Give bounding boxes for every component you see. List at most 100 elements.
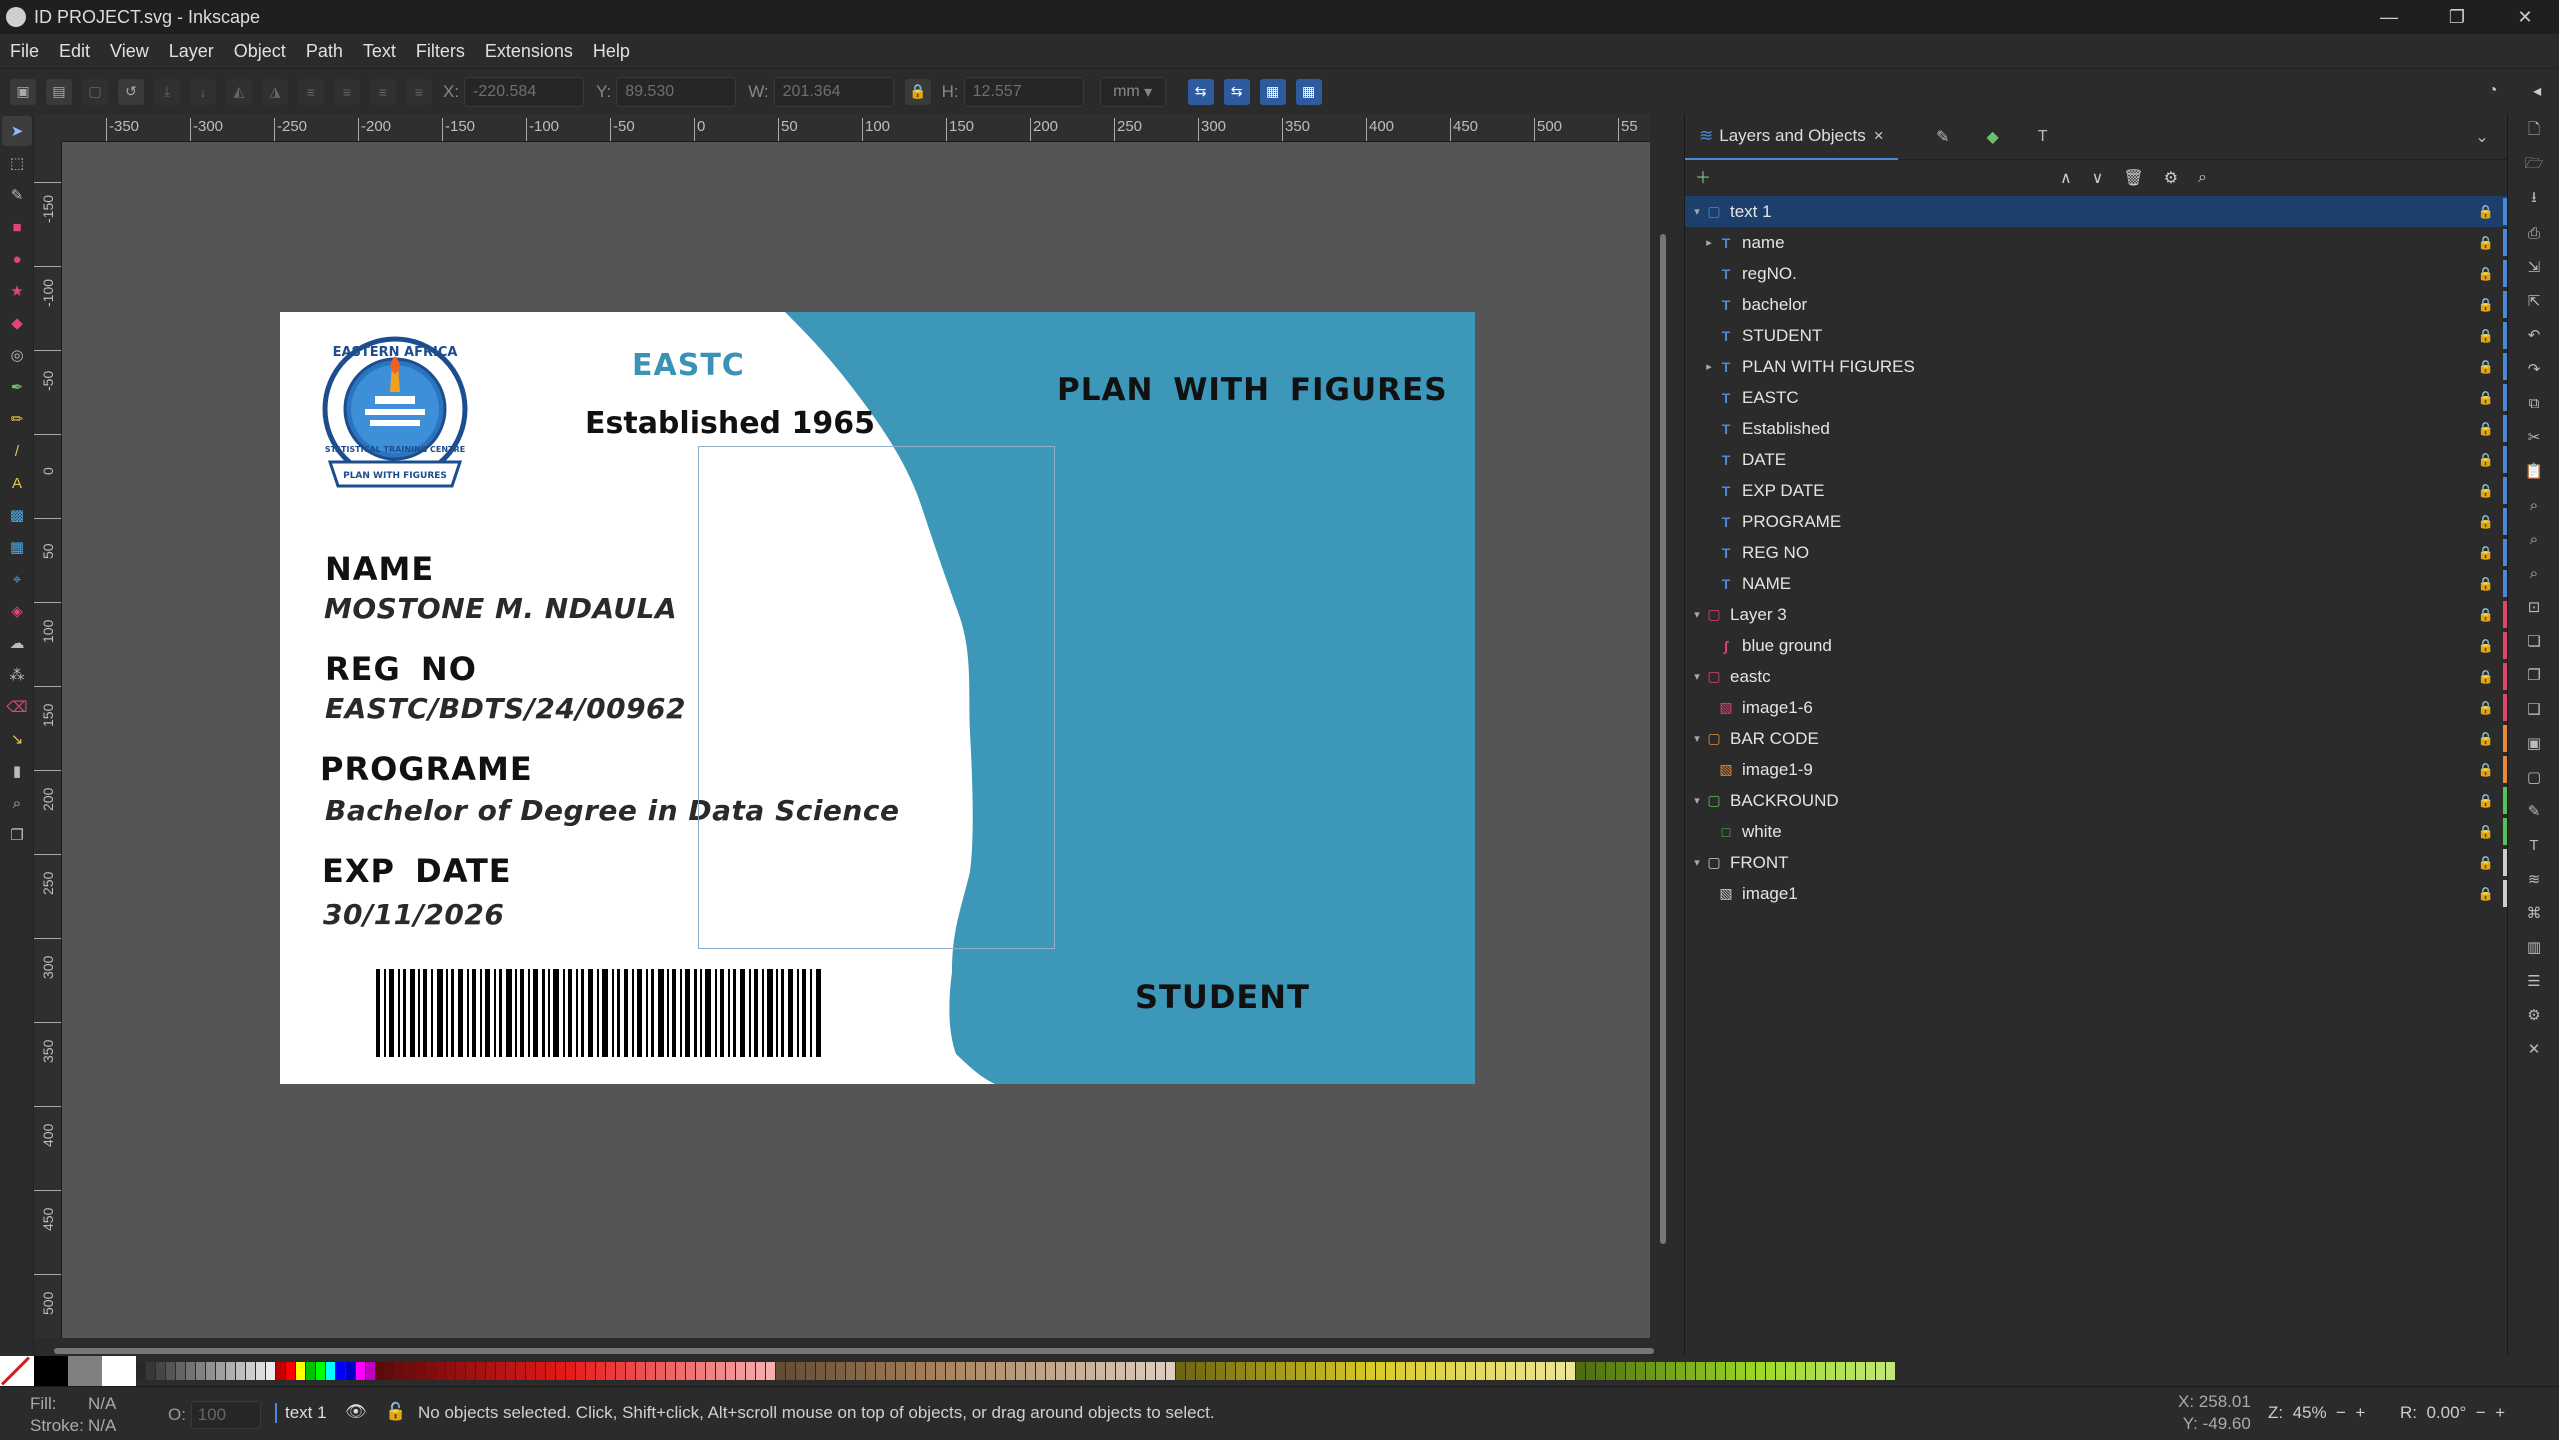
zoom-drawing-icon[interactable]: ⌕ <box>2508 522 2559 556</box>
star-tool-icon[interactable]: ★ <box>2 276 32 306</box>
palette-swatch[interactable] <box>446 1362 456 1380</box>
palette-swatch[interactable] <box>1276 1362 1286 1380</box>
palette-swatch[interactable] <box>1066 1362 1076 1380</box>
palette-swatch[interactable] <box>1886 1362 1896 1380</box>
palette-swatch[interactable] <box>1586 1362 1596 1380</box>
lock-icon[interactable]: 🔒 <box>2478 824 2494 840</box>
gray-swatch[interactable] <box>68 1356 102 1386</box>
palette-swatch[interactable] <box>1046 1362 1056 1380</box>
palette-swatch[interactable] <box>1836 1362 1846 1380</box>
layer-row[interactable]: ▾ ▢ Layer 3 🔒 <box>1685 599 2508 630</box>
palette-swatch[interactable] <box>1876 1362 1886 1380</box>
palette-swatch[interactable] <box>806 1362 816 1380</box>
palette-swatch[interactable] <box>1806 1362 1816 1380</box>
palette-swatch[interactable] <box>526 1362 536 1380</box>
import-icon[interactable]: ⇲ <box>2508 250 2559 284</box>
palette-swatch[interactable] <box>626 1362 636 1380</box>
ellipse-tool-icon[interactable]: ● <box>2 244 32 274</box>
palette-swatch[interactable] <box>1516 1362 1526 1380</box>
unit-select[interactable]: mm ▾ <box>1099 76 1166 107</box>
palette-swatch[interactable] <box>966 1362 976 1380</box>
palette-swatch[interactable] <box>1616 1362 1626 1380</box>
palette-swatch[interactable] <box>1146 1362 1156 1380</box>
palette-swatch[interactable] <box>1466 1362 1476 1380</box>
fill-stroke-icon[interactable]: ✎ <box>2508 794 2559 828</box>
palette-swatch[interactable] <box>1126 1362 1136 1380</box>
lock-icon[interactable]: 🔒 <box>2478 576 2494 592</box>
palette-swatch[interactable] <box>616 1362 626 1380</box>
lock-icon[interactable]: 🔒 <box>2478 421 2494 437</box>
palette-swatch[interactable] <box>1696 1362 1706 1380</box>
palette-swatch[interactable] <box>976 1362 986 1380</box>
palette-swatch[interactable] <box>1706 1362 1716 1380</box>
palette-swatch[interactable] <box>386 1362 396 1380</box>
name-label[interactable]: NAME <box>325 550 434 588</box>
zoom-control[interactable]: Z: 45% − + <box>2268 1403 2365 1423</box>
export-icon[interactable]: ⇱ <box>2508 284 2559 318</box>
palette-swatch[interactable] <box>316 1362 326 1380</box>
canvas[interactable]: EASTERN AFRICA STATISTICAL TRAINING CENT… <box>62 142 1650 1338</box>
palette-swatch[interactable] <box>1556 1362 1566 1380</box>
spiral-tool-icon[interactable]: ◎ <box>2 340 32 370</box>
layer-row[interactable]: ▧ image1-9 🔒 <box>1685 754 2508 785</box>
palette-swatch[interactable] <box>1096 1362 1106 1380</box>
palette-swatch[interactable] <box>1256 1362 1266 1380</box>
delete-icon[interactable]: 🗑 <box>2123 168 2143 188</box>
palette-swatch[interactable] <box>356 1362 366 1380</box>
select-all-icon[interactable]: ▣ <box>10 78 36 105</box>
lock-icon[interactable]: 🔒 <box>2478 514 2494 530</box>
3d-box-tool-icon[interactable]: ◆ <box>2 308 32 338</box>
palette-swatch[interactable] <box>1116 1362 1126 1380</box>
layer-row[interactable]: □ white 🔒 <box>1685 816 2508 847</box>
palette-swatch[interactable] <box>1266 1362 1276 1380</box>
palette-swatch[interactable] <box>576 1362 586 1380</box>
palette-swatch[interactable] <box>1446 1362 1456 1380</box>
transform-gradients-icon[interactable]: ▦ <box>1259 78 1286 105</box>
layer-row[interactable]: T PROGRAME 🔒 <box>1685 506 2508 537</box>
palette-swatch[interactable] <box>1376 1362 1386 1380</box>
palette-swatch[interactable] <box>1786 1362 1796 1380</box>
palette-swatch[interactable] <box>926 1362 936 1380</box>
palette-swatch[interactable] <box>536 1362 546 1380</box>
lock-icon[interactable]: 🔒 <box>2478 793 2494 809</box>
menu-view[interactable]: View <box>100 41 159 62</box>
ungroup-icon[interactable]: ▢ <box>2508 760 2559 794</box>
group-icon[interactable]: ▣ <box>2508 726 2559 760</box>
save-icon[interactable]: ⭳ <box>2508 182 2559 216</box>
layer-row[interactable]: ▸ Tname 🔒 <box>1685 227 2508 258</box>
palette-swatch[interactable] <box>986 1362 996 1380</box>
expander-icon[interactable]: ▾ <box>1689 670 1705 683</box>
palette-swatch[interactable] <box>726 1362 736 1380</box>
palette-swatch[interactable] <box>1846 1362 1856 1380</box>
palette-swatch[interactable] <box>1776 1362 1786 1380</box>
palette-swatch[interactable] <box>746 1362 756 1380</box>
calligraphy-tool-icon[interactable]: / <box>2 436 32 466</box>
palette-swatch[interactable] <box>476 1362 486 1380</box>
select-all-layers-icon[interactable]: ▤ <box>46 78 72 105</box>
move-down-icon[interactable]: ∨ <box>2092 168 2104 188</box>
palette-swatch[interactable] <box>1166 1362 1176 1380</box>
palette-swatch[interactable] <box>1716 1362 1726 1380</box>
layer-row[interactable]: T STUDENT 🔒 <box>1685 320 2508 351</box>
copy-icon[interactable]: ⧉ <box>2508 386 2559 420</box>
search-icon[interactable]: ⌕ <box>2198 169 2207 187</box>
tweak-tool-icon[interactable]: ✎ <box>2 180 32 210</box>
layer-row[interactable]: ▾ ▢ eastc 🔒 <box>1685 661 2508 692</box>
palette-swatch[interactable] <box>336 1362 346 1380</box>
palette-swatch[interactable] <box>886 1362 896 1380</box>
text-tool-icon[interactable]: A <box>2 468 32 498</box>
menu-help[interactable]: Help <box>583 41 640 62</box>
fill-stroke-indicator[interactable]: Fill: N/A Stroke: N/A <box>30 1393 116 1437</box>
palette-swatch[interactable] <box>1346 1362 1356 1380</box>
palette-swatch[interactable] <box>1396 1362 1406 1380</box>
palette-swatch[interactable] <box>246 1362 256 1380</box>
layer-row[interactable]: Tbachelor 🔒 <box>1685 289 2508 320</box>
duplicate-icon[interactable]: ❏ <box>2508 624 2559 658</box>
palette-swatch[interactable] <box>1176 1362 1186 1380</box>
palette-swatch[interactable] <box>876 1362 886 1380</box>
tweak-spray-tool-icon[interactable]: ☁ <box>2 628 32 658</box>
palette-swatch[interactable] <box>1436 1362 1446 1380</box>
palette-swatch[interactable] <box>1486 1362 1496 1380</box>
palette-swatch[interactable] <box>196 1362 206 1380</box>
menu-path[interactable]: Path <box>296 41 353 62</box>
